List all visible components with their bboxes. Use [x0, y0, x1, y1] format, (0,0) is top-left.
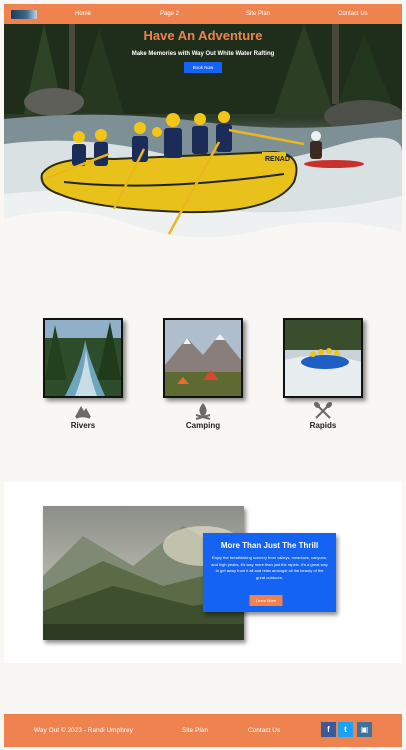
promo-card: More Than Just The Thrill Enjoy the brea… [203, 533, 336, 612]
raft-brand-text: RENAD [265, 156, 290, 163]
campfire-icon [195, 403, 211, 420]
footer-contact-link[interactable]: Contact Us [248, 714, 280, 747]
hero-subtitle: Make Memories with Way Out White Water R… [131, 51, 275, 57]
promo-body: Enjoy the breathtaking scenery from vall… [211, 555, 328, 580]
facebook-icon[interactable]: f [321, 722, 336, 737]
footer-copyright: Way Out © 2023 - Randi Umphrey [34, 727, 133, 734]
site-logo[interactable] [11, 10, 37, 19]
hero-title: Have An Adventure [143, 28, 263, 43]
twitter-icon[interactable]: t [338, 722, 353, 737]
camping-image[interactable] [163, 318, 243, 398]
nav-link-page-2[interactable]: Page 2 [160, 4, 179, 24]
rivers-icon [75, 406, 91, 419]
crossed-paddles-icon [313, 402, 333, 419]
rapids-label: Rapids [309, 421, 337, 430]
promo-title: More Than Just The Thrill [220, 541, 319, 550]
rivers-label: Rivers [70, 421, 96, 430]
nav-link-home[interactable]: Home [75, 4, 91, 24]
top-nav-bar: Home Page 2 Site Plan Contact Us [4, 4, 402, 24]
camping-label: Camping [185, 421, 221, 430]
rivers-image[interactable] [43, 318, 123, 398]
instagram-icon[interactable]: ▣ [357, 722, 372, 737]
footer: Way Out © 2023 - Randi Umphrey Site Plan… [4, 714, 402, 747]
hero-rafting-image: RENAD [4, 24, 402, 256]
nav-link-site-plan[interactable]: Site Plan [246, 4, 270, 24]
book-now-button[interactable]: Book Now [184, 62, 222, 73]
nav-link-contact-us[interactable]: Contact Us [338, 4, 368, 24]
footer-site-plan-link[interactable]: Site Plan [182, 714, 208, 747]
hero-section: RENAD Have An Adventure Make Memories wi… [4, 24, 402, 256]
learn-more-button[interactable]: Learn More [249, 595, 283, 606]
rapids-image[interactable] [283, 318, 363, 398]
